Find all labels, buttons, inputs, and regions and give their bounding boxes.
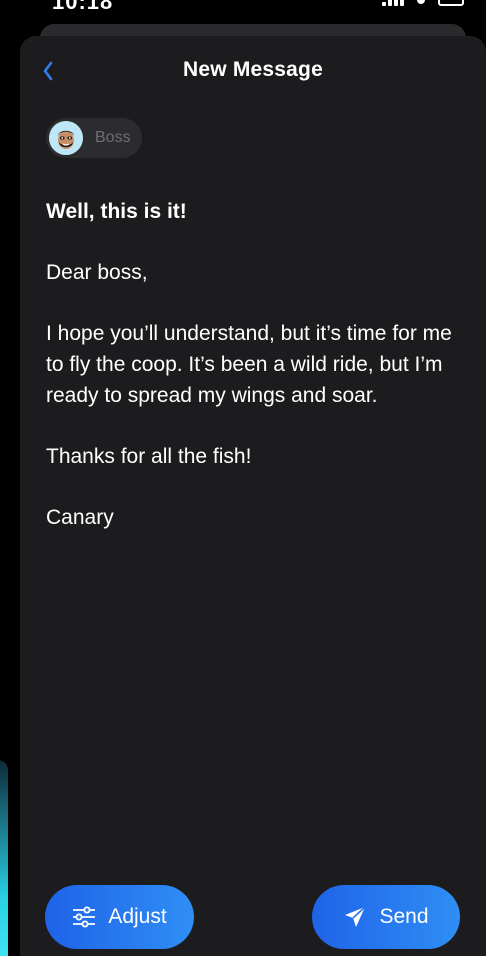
message-paragraph: Dear boss, <box>46 261 148 284</box>
message-body[interactable]: Well, this is it! Dear boss, I hope you’… <box>46 196 466 563</box>
message-paragraph: I hope you’ll understand, but it’s time … <box>46 322 452 407</box>
screen: 10:18 New Message Boss Well, this is it!… <box>0 0 486 956</box>
device-edge-highlight <box>0 760 8 956</box>
send-button-label: Send <box>379 905 429 928</box>
memoji-avatar-icon <box>49 121 83 155</box>
recipient-chip[interactable]: Boss <box>46 118 142 158</box>
message-signature: Canary <box>46 506 114 529</box>
compose-sheet: New Message Boss Well, this is it! Dear … <box>20 36 486 956</box>
paper-plane-icon <box>345 906 367 927</box>
send-button[interactable]: Send <box>312 885 460 949</box>
page-title: New Message <box>183 58 323 81</box>
battery-icon <box>438 0 464 6</box>
adjust-button-label: Adjust <box>108 905 167 928</box>
recipient-name: Boss <box>95 129 131 146</box>
message-paragraph: Thanks for all the fish! <box>46 445 252 468</box>
status-time: 10:18 <box>52 0 114 14</box>
sliders-icon <box>73 906 96 928</box>
status-icons <box>382 0 464 6</box>
message-subject: Well, this is it! <box>46 200 187 223</box>
adjust-button[interactable]: Adjust <box>45 885 194 949</box>
status-bar: 10:18 <box>0 0 486 22</box>
wifi-icon <box>414 0 428 6</box>
cellular-signal-icon <box>382 0 404 6</box>
navigation-bar: New Message <box>20 36 486 104</box>
